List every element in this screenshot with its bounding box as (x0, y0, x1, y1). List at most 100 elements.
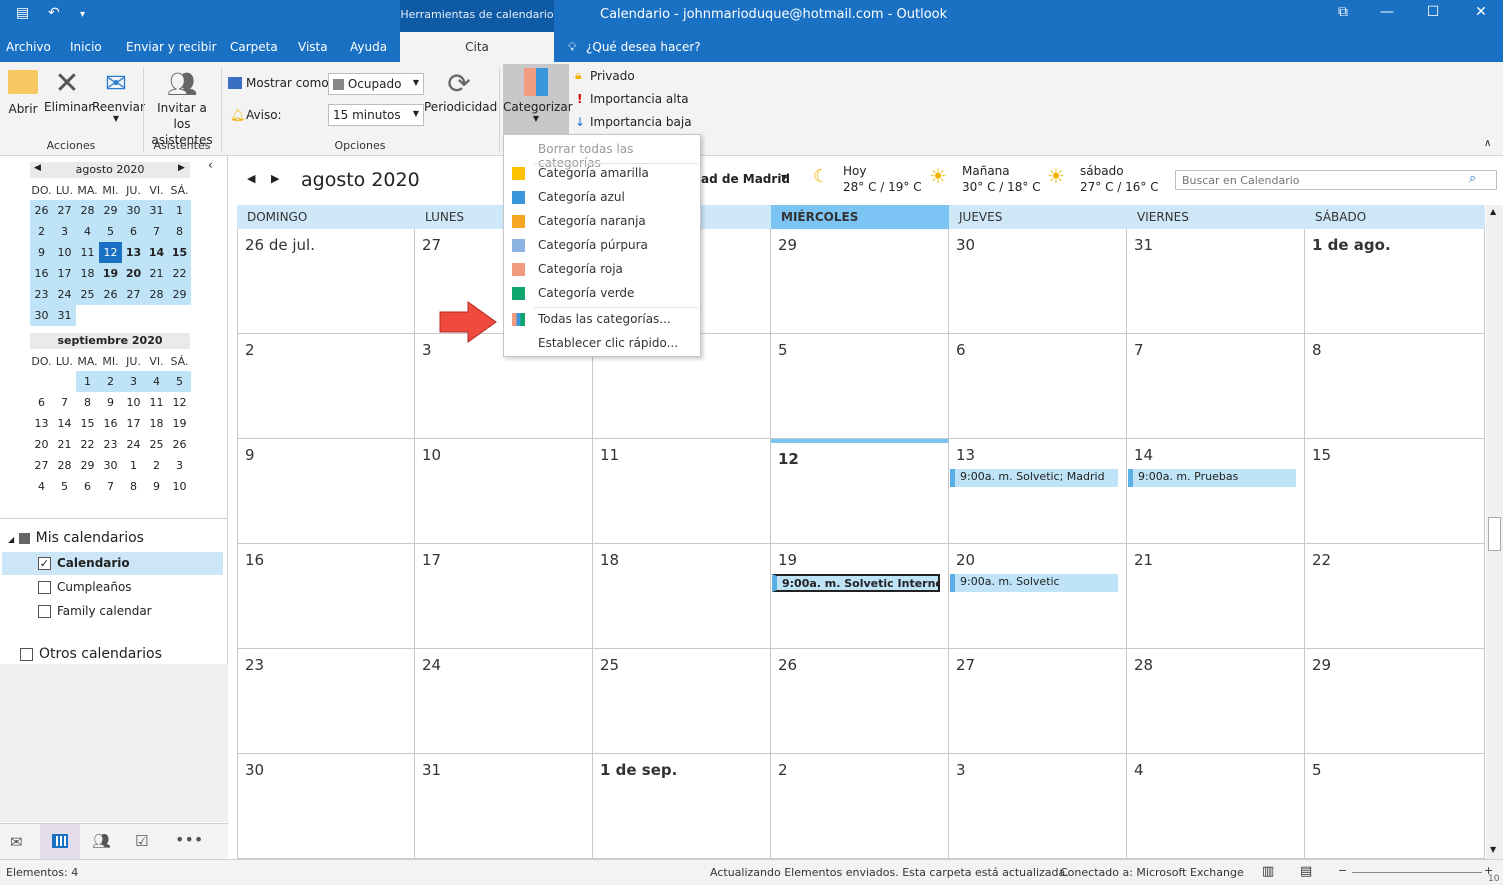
mini-cal-day[interactable]: 13 (122, 242, 145, 263)
mini-cal-day[interactable]: 26 (30, 200, 53, 221)
mini-cal-day[interactable]: 18 (145, 413, 168, 434)
customize-qat-icon[interactable]: ▾ (80, 9, 85, 20)
mini-cal-day[interactable]: 1 (122, 455, 145, 476)
day-cell[interactable]: 10 (415, 439, 593, 544)
calendar-item-family[interactable]: Family calendar (38, 604, 152, 618)
mini-cal-day[interactable]: 25 (145, 434, 168, 455)
mini-cal-day[interactable]: 10 (168, 476, 191, 497)
day-cell[interactable]: 28 (1127, 649, 1305, 754)
day-cell[interactable]: 18 (593, 544, 771, 649)
mini-cal-day[interactable]: 5 (53, 476, 76, 497)
mini-cal-day[interactable]: 7 (53, 392, 76, 413)
mini-cal-day[interactable]: 8 (122, 476, 145, 497)
calendar-event[interactable]: 9:00a. m. Pruebas (1128, 469, 1296, 487)
tab-archivo[interactable]: Archivo (6, 40, 51, 54)
abrir-button[interactable]: Abrir (6, 68, 40, 116)
chevron-down-icon[interactable]: ▼ (781, 173, 787, 182)
minimize-button[interactable]: — (1372, 4, 1402, 20)
mini-cal-day[interactable]: 30 (122, 200, 145, 221)
day-cell[interactable]: 7 (1127, 334, 1305, 439)
calendar-item-cumpleanos[interactable]: Cumpleaños (38, 580, 132, 594)
mini-cal-day[interactable]: 14 (53, 413, 76, 434)
mini-cal-day[interactable]: 8 (168, 221, 191, 242)
day-cell[interactable]: 25 (593, 649, 771, 754)
day-cell[interactable]: 17 (415, 544, 593, 649)
mini-cal-day[interactable]: 15 (76, 413, 99, 434)
search-icon[interactable]: ⌕ (1469, 171, 1476, 186)
invitar-button[interactable]: 👥︎ Invitar a los asistentes (148, 68, 216, 148)
quick-click-item[interactable]: Establecer clic rápido... (504, 333, 700, 355)
more-icon[interactable]: ••• (175, 830, 203, 849)
day-cell[interactable]: 15 (1305, 439, 1485, 544)
mail-icon[interactable]: ✉ (10, 833, 23, 851)
mini-cal-day[interactable]: 30 (99, 455, 122, 476)
tab-carpeta[interactable]: Carpeta (230, 40, 278, 54)
close-button[interactable]: ✕ (1466, 4, 1496, 20)
next-icon[interactable]: ▶ (271, 172, 279, 185)
mini-cal-day[interactable]: 11 (76, 242, 99, 263)
mini-cal-day[interactable]: 27 (30, 455, 53, 476)
day-cell[interactable]: 2 (237, 334, 415, 439)
periodicidad-button[interactable]: ⟳ Periodicidad (424, 68, 497, 115)
mini-cal-day[interactable]: 2 (30, 221, 53, 242)
mini-cal-day[interactable]: 6 (122, 221, 145, 242)
mini-cal-day[interactable]: 31 (145, 200, 168, 221)
day-cell[interactable]: 30 (237, 754, 415, 859)
mini-cal-day[interactable]: 6 (30, 392, 53, 413)
tab-cita[interactable]: Cita (400, 32, 554, 62)
checkbox[interactable] (20, 647, 33, 661)
mini-cal-day[interactable]: 23 (99, 434, 122, 455)
tab-ayuda[interactable]: Ayuda (350, 40, 387, 54)
mini-cal-day[interactable]: 29 (76, 455, 99, 476)
scroll-down-icon[interactable]: ▼ (1490, 845, 1496, 854)
mini-cal-day[interactable]: 9 (99, 392, 122, 413)
mini-cal-day[interactable]: 4 (145, 371, 168, 392)
mini-cal-day[interactable]: 17 (53, 263, 76, 284)
category-item[interactable]: Categoría naranja (504, 211, 700, 233)
mini-cal-day[interactable]: 10 (122, 392, 145, 413)
mini-cal-day[interactable]: 15 (168, 242, 191, 263)
calendar-event[interactable]: 9:00a. m. Solvetic Internet (772, 574, 940, 592)
prev-icon[interactable]: ◀ (247, 172, 255, 185)
tab-inicio[interactable]: Inicio (70, 40, 102, 54)
mini-cal-day[interactable]: 26 (168, 434, 191, 455)
category-item[interactable]: Categoría azul (504, 187, 700, 209)
mini-cal-day[interactable]: 19 (168, 413, 191, 434)
day-cell[interactable]: 8 (1305, 334, 1485, 439)
day-cell[interactable]: 27 (949, 649, 1127, 754)
day-cell[interactable]: 20 (949, 544, 1127, 649)
day-cell[interactable]: 29 (1305, 649, 1485, 754)
day-cell[interactable]: 2 (771, 754, 949, 859)
mini-cal-day[interactable]: 14 (145, 242, 168, 263)
day-cell[interactable]: 19 (771, 544, 949, 649)
weather-location[interactable]: ad de Madrid (701, 172, 790, 186)
day-cell[interactable]: 23 (237, 649, 415, 754)
day-cell[interactable]: 5 (771, 334, 949, 439)
mini-cal-day[interactable]: 28 (53, 455, 76, 476)
day-cell[interactable]: 13 (949, 439, 1127, 544)
tab-vista[interactable]: Vista (298, 40, 328, 54)
day-cell[interactable]: 14 (1127, 439, 1305, 544)
day-cell[interactable]: 26 (771, 649, 949, 754)
tell-me-search[interactable]: ¿Qué desea hacer? (586, 40, 701, 54)
day-cell[interactable]: 22 (1305, 544, 1485, 649)
mostrar-como-select[interactable]: Ocupado ▼ (328, 73, 424, 95)
mini-cal-day[interactable]: 28 (76, 200, 99, 221)
day-cell[interactable]: 31 (1127, 229, 1305, 334)
mini-cal-day[interactable]: 7 (99, 476, 122, 497)
next-month-icon[interactable]: ▶ (178, 163, 185, 173)
mini-cal-day[interactable]: 29 (99, 200, 122, 221)
mini-cal-day[interactable]: 20 (122, 263, 145, 284)
mini-cal-day[interactable]: 22 (168, 263, 191, 284)
mini-cal-day[interactable]: 30 (30, 305, 53, 326)
mini-cal-day[interactable]: 1 (76, 371, 99, 392)
checkbox[interactable] (38, 581, 51, 594)
eliminar-button[interactable]: ✕ Eliminar (44, 68, 93, 115)
calendar-event[interactable]: 9:00a. m. Solvetic (950, 574, 1118, 592)
mis-calendarios-group[interactable]: ◢ Mis calendarios (8, 530, 144, 546)
mini-cal-day[interactable]: 9 (30, 242, 53, 263)
day-cell[interactable]: 24 (415, 649, 593, 754)
mini-cal-day[interactable]: 10 (53, 242, 76, 263)
mini-cal-day[interactable]: 3 (168, 455, 191, 476)
day-cell[interactable]: 21 (1127, 544, 1305, 649)
